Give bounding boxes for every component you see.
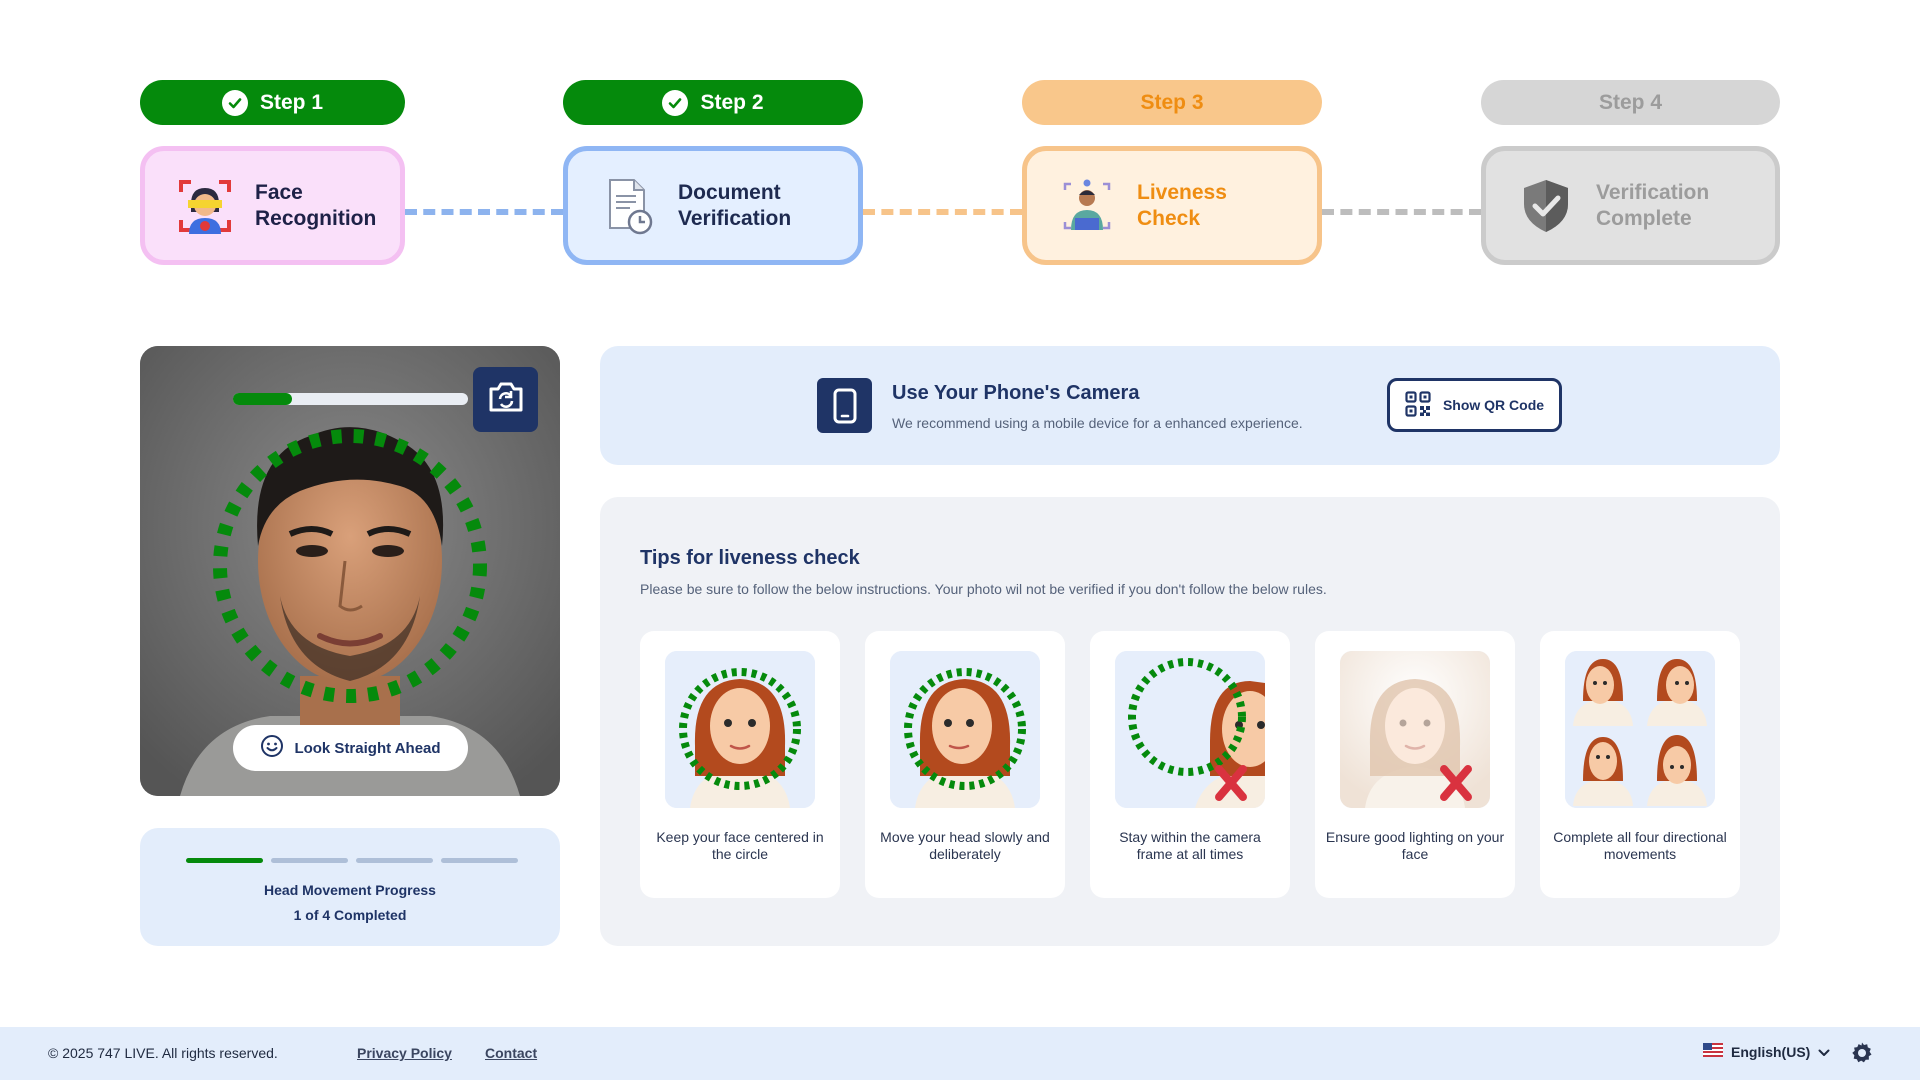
contact-link[interactable]: Contact bbox=[485, 1045, 537, 1061]
chevron-down-icon bbox=[1818, 1044, 1830, 1060]
privacy-policy-link[interactable]: Privacy Policy bbox=[357, 1045, 452, 1061]
liveness-tips-panel: Tips for liveness check Please be sure t… bbox=[600, 497, 1780, 946]
step-1-title: Step 1 bbox=[259, 90, 324, 114]
head-turn-illustration bbox=[890, 651, 1040, 808]
camera-progress-fill bbox=[233, 393, 292, 405]
step-2-title: Step 2 bbox=[700, 90, 764, 114]
tip-text: Complete all four directional movements bbox=[1553, 829, 1727, 862]
smile-icon bbox=[260, 734, 284, 762]
person-liveness-icon bbox=[1057, 176, 1117, 236]
tips-title: Tips for liveness check bbox=[640, 547, 860, 569]
shield-check-icon bbox=[1516, 176, 1576, 236]
step-4-label: Verification Complete bbox=[1596, 180, 1710, 230]
step-2-label: Document Verification bbox=[678, 180, 792, 230]
camera-flip-icon bbox=[487, 380, 525, 419]
step-3-pill: Step 3 bbox=[1022, 80, 1322, 125]
tip-card-move-slowly: Move your head slowly and deliberately bbox=[865, 631, 1065, 898]
language-label: English(US) bbox=[1731, 1043, 1811, 1060]
stepper-connector-2-3 bbox=[863, 209, 1022, 215]
tip-text: Ensure good lighting on your face bbox=[1325, 829, 1505, 862]
tip-card-lighting: Ensure good lighting on your face bbox=[1315, 631, 1515, 898]
step-3-title: Step 3 bbox=[1140, 90, 1204, 114]
smartphone-icon bbox=[817, 378, 872, 433]
step-face-recognition[interactable]: Step 1 Face Recognition bbox=[140, 80, 405, 265]
gear-icon bbox=[1850, 1042, 1874, 1069]
head-progress-title: Head Movement Progress bbox=[264, 882, 436, 898]
progress-segment bbox=[271, 858, 348, 863]
verification-stepper: Step 1 Face Recognition Step 2 Document … bbox=[140, 80, 1780, 266]
step-2-pill: Step 2 bbox=[563, 80, 863, 125]
progress-segments bbox=[186, 858, 518, 863]
four-directions-illustration bbox=[1565, 651, 1715, 808]
flip-camera-button[interactable] bbox=[473, 367, 538, 432]
step-document-verification[interactable]: Step 2 Document Verification bbox=[563, 80, 863, 265]
phone-banner-title: Use Your Phone's Camera bbox=[892, 382, 1140, 404]
progress-segment bbox=[441, 858, 518, 863]
step-verification-complete[interactable]: Step 4 Verification Complete bbox=[1481, 80, 1780, 265]
show-qr-code-label: Show QR Code bbox=[1442, 397, 1545, 413]
head-progress-count: 1 of 4 Completed bbox=[293, 907, 407, 923]
look-instruction-label: Look Straight Ahead bbox=[294, 739, 441, 757]
progress-segment bbox=[356, 858, 433, 863]
out-of-frame-illustration bbox=[1115, 651, 1265, 808]
look-straight-ahead-button[interactable]: Look Straight Ahead bbox=[233, 725, 468, 771]
us-flag-icon bbox=[1703, 1043, 1723, 1060]
step-3-label: Liveness Check bbox=[1137, 180, 1227, 230]
footer: © 2025 747 LIVE. All rights reserved. Pr… bbox=[0, 1027, 1920, 1080]
head-movement-progress: Head Movement Progress 1 of 4 Completed bbox=[140, 828, 560, 946]
tip-card-stay-in-frame: Stay within the camera frame at all time… bbox=[1090, 631, 1290, 898]
bad-lighting-illustration bbox=[1340, 651, 1490, 808]
tip-text: Move your head slowly and deliberately bbox=[880, 829, 1050, 862]
step-2-card: Document Verification bbox=[563, 146, 863, 265]
step-1-card: Face Recognition bbox=[140, 146, 405, 265]
tip-card-four-directions: Complete all four directional movements bbox=[1540, 631, 1740, 898]
face-centered-illustration bbox=[665, 651, 815, 808]
document-clock-icon bbox=[598, 176, 658, 236]
stepper-connector-1-2 bbox=[405, 209, 563, 215]
face-scan-icon bbox=[175, 176, 235, 236]
camera-progress-bar bbox=[233, 393, 468, 405]
show-qr-code-button[interactable]: Show QR Code bbox=[1387, 378, 1562, 432]
progress-segment bbox=[186, 858, 263, 863]
settings-button[interactable] bbox=[1850, 1041, 1874, 1065]
camera-preview: Look Straight Ahead bbox=[140, 346, 560, 796]
qr-code-icon bbox=[1405, 390, 1431, 420]
step-4-title: Step 4 bbox=[1598, 90, 1663, 114]
step-liveness-check[interactable]: Step 3 Liveness Check bbox=[1022, 80, 1322, 265]
phone-camera-banner: Use Your Phone's Camera We recommend usi… bbox=[600, 346, 1780, 465]
step-4-card: Verification Complete bbox=[1481, 146, 1780, 265]
step-4-pill: Step 4 bbox=[1481, 80, 1780, 125]
tip-text: Stay within the camera frame at all time… bbox=[1119, 829, 1261, 862]
tips-subtitle: Please be sure to follow the below instr… bbox=[640, 581, 1327, 597]
step-3-card: Liveness Check bbox=[1022, 146, 1322, 265]
stepper-connector-3-4 bbox=[1322, 209, 1481, 215]
tip-text: Keep your face centered in the circle bbox=[656, 829, 824, 862]
language-selector[interactable]: English(US) bbox=[1703, 1043, 1830, 1060]
check-icon bbox=[662, 89, 689, 116]
step-1-pill: Step 1 bbox=[140, 80, 405, 125]
step-1-label: Face Recognition bbox=[255, 180, 377, 230]
phone-banner-subtitle: We recommend using a mobile device for a… bbox=[892, 415, 1303, 431]
copyright-text: © 2025 747 LIVE. All rights reserved. bbox=[48, 1045, 278, 1061]
tip-card-centered: Keep your face centered in the circle bbox=[640, 631, 840, 898]
tip-cards: Keep your face centered in the circle Mo… bbox=[640, 631, 1740, 898]
check-icon bbox=[221, 89, 248, 116]
